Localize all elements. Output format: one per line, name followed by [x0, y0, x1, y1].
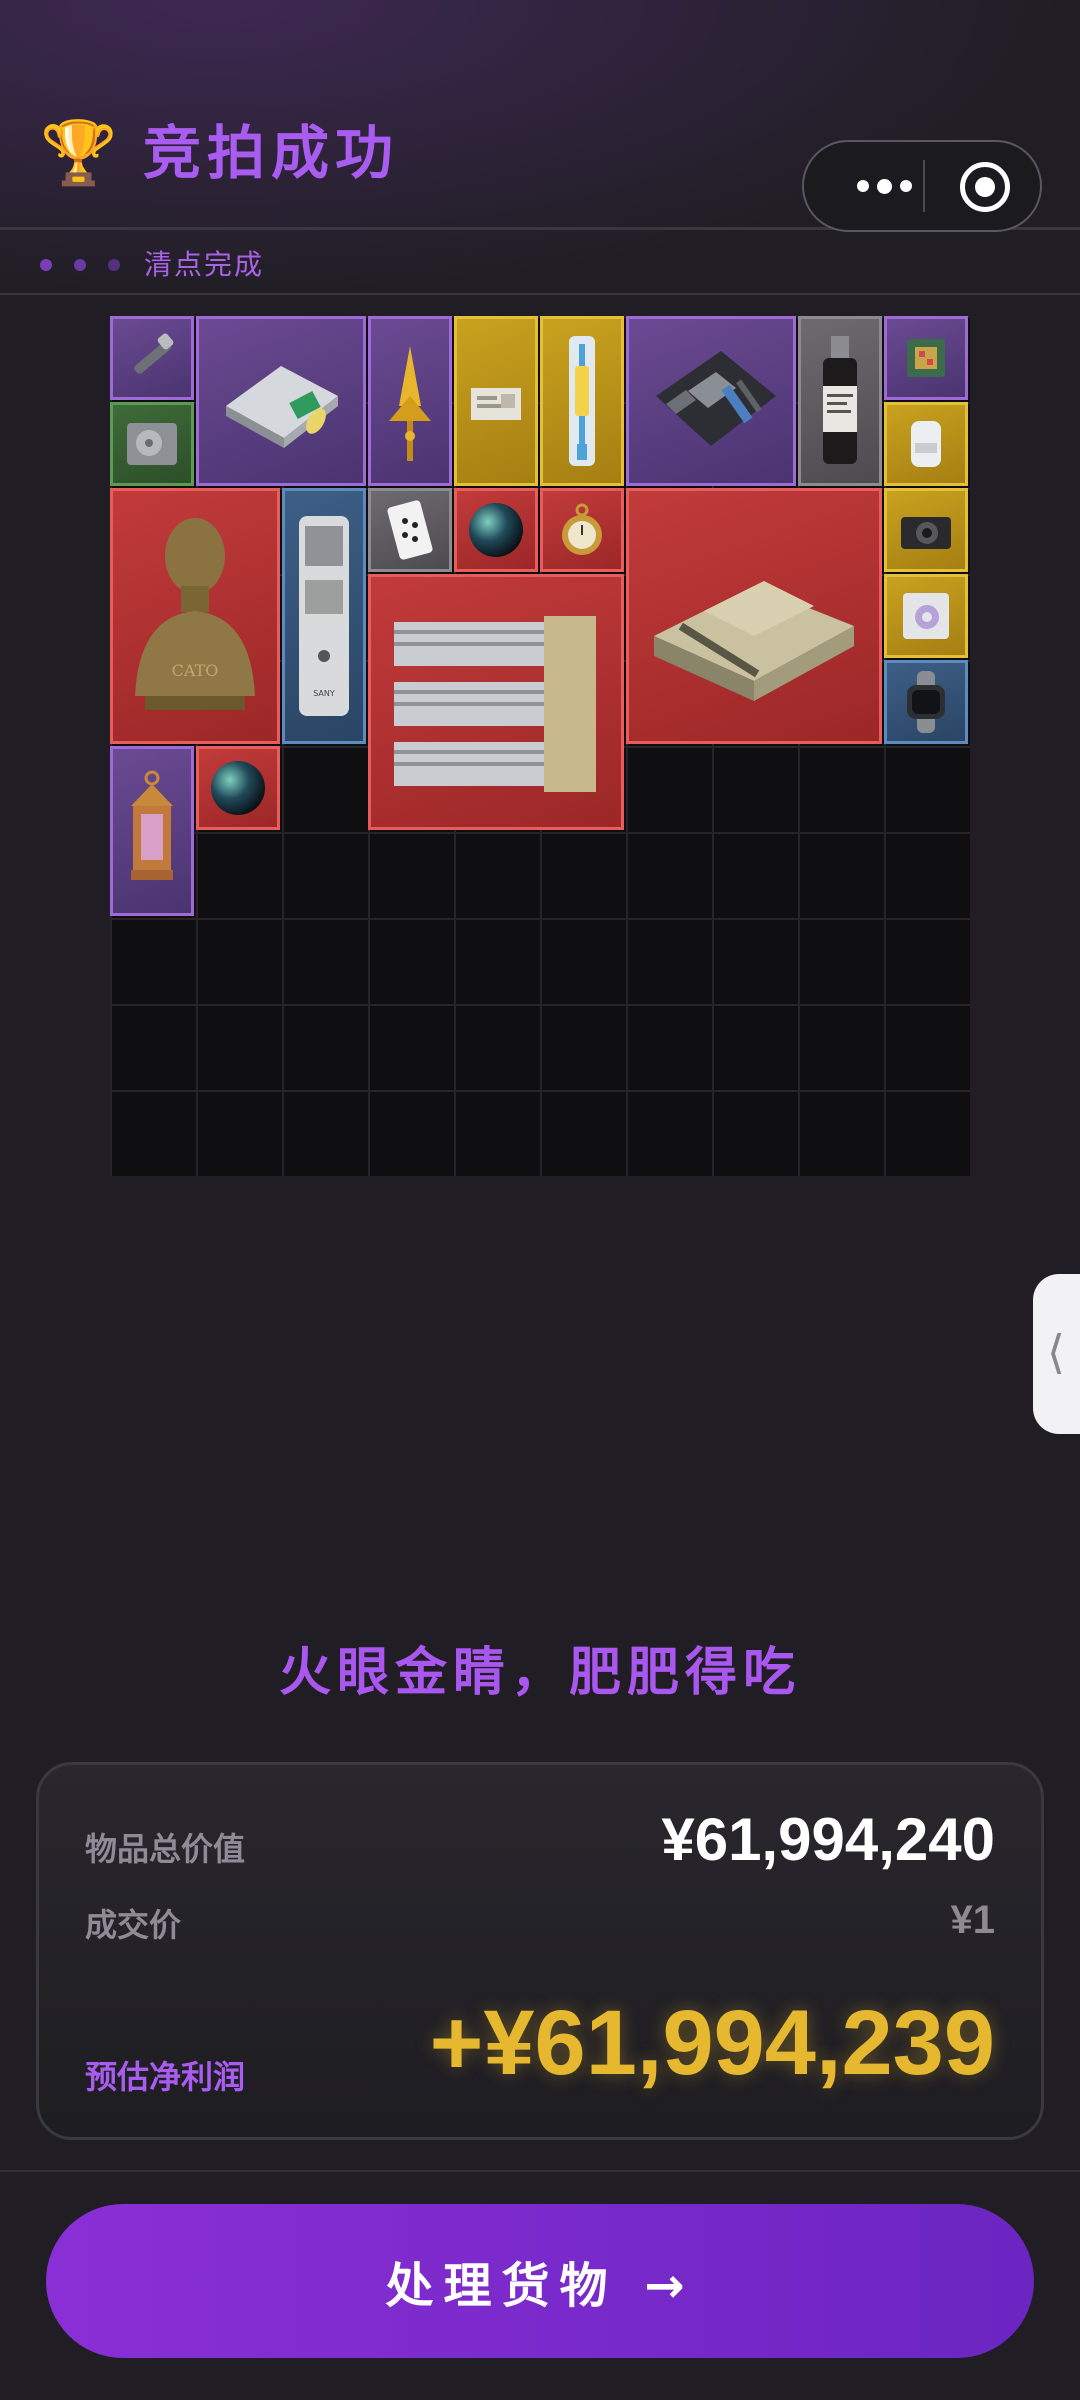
process-goods-button[interactable]: 处理货物 →: [46, 2204, 1034, 2358]
target-circle-icon[interactable]: [960, 162, 1010, 212]
net-profit-value: +¥61,994,239: [429, 1992, 995, 2094]
server-rack-icon: [394, 616, 596, 792]
medicine-bottle-item[interactable]: [798, 316, 882, 486]
footer-divider: [0, 2170, 1080, 2172]
game-console-item[interactable]: [196, 316, 366, 486]
status-bar: 清点完成: [0, 233, 1080, 295]
processor-module-icon: [903, 593, 949, 639]
syringe-kit-item[interactable]: [540, 316, 624, 486]
pocket-watch-icon: [562, 503, 602, 555]
progress-dot: [74, 259, 86, 271]
bronze-bust-item[interactable]: CATO: [110, 488, 280, 744]
hard-drive-icon: [127, 423, 177, 465]
header: 🏆 竞拍成功: [0, 0, 1080, 232]
capsule-divider: [923, 160, 925, 212]
side-drawer-handle[interactable]: ⟨: [1033, 1274, 1080, 1434]
lantern-item[interactable]: [110, 746, 194, 916]
glass-orb-2-item[interactable]: [196, 746, 280, 830]
syringe-kit-icon: [569, 336, 595, 466]
pocket-watch-item[interactable]: [540, 488, 624, 572]
more-dots-icon[interactable]: [834, 142, 934, 230]
chip-item[interactable]: [884, 316, 968, 400]
radio-device-icon: SANY: [299, 516, 349, 716]
game-console-icon: [226, 366, 338, 448]
chip-icon: [907, 339, 945, 377]
document-card-item[interactable]: [454, 316, 538, 486]
camera-icon: [901, 517, 951, 549]
total-value: ¥61,994,240: [661, 1806, 995, 1873]
slogan-text: 火眼金睛，肥肥得吃: [278, 1643, 801, 1703]
flashlight-item[interactable]: [110, 316, 194, 400]
radio-device-item[interactable]: SANY: [282, 488, 366, 744]
camera-item[interactable]: [884, 488, 968, 572]
medicine-bottle-icon: [823, 336, 857, 464]
golden-ornament-item[interactable]: [368, 316, 452, 486]
inventory-grid: CATO SANY: [110, 316, 970, 1176]
progress-dot: [40, 259, 52, 271]
net-profit-label: 预估净利润: [85, 2058, 246, 2096]
radio-brand: SANY: [313, 689, 335, 698]
motherboard-item[interactable]: [626, 316, 796, 486]
processor-module-item[interactable]: [884, 574, 968, 658]
playing-card-item[interactable]: [368, 488, 452, 572]
hard-drive-item[interactable]: [110, 402, 194, 486]
glass-orb-2-icon: [211, 761, 265, 815]
progress-dot: [108, 259, 120, 271]
trophy-icon: 🏆: [40, 116, 118, 189]
battle-tank-icon: [654, 581, 854, 701]
page-title: 竞拍成功: [143, 119, 400, 187]
battle-tank-item[interactable]: [626, 488, 882, 744]
golden-ornament-icon: [389, 346, 431, 461]
smart-watch-item[interactable]: [884, 660, 968, 744]
chevron-left-icon: ⟨: [1047, 1325, 1065, 1379]
playing-card-icon: [387, 500, 433, 560]
mini-program-capsule: [802, 140, 1042, 232]
glass-orb-icon: [469, 503, 523, 557]
device-module-icon: [911, 421, 941, 467]
device-module-item[interactable]: [884, 402, 968, 486]
document-card-icon: [471, 388, 521, 420]
deal-price-label: 成交价: [85, 1906, 182, 1944]
deal-price: ¥1: [950, 1898, 996, 1942]
glass-orb-item[interactable]: [454, 488, 538, 572]
bust-caption: CATO: [172, 661, 219, 680]
bronze-bust-icon: CATO: [135, 518, 255, 710]
summary-card: 物品总价值 ¥61,994,240 成交价 ¥1 预估净利润 +¥61,994,…: [36, 1762, 1044, 2140]
motherboard-icon: [656, 351, 776, 446]
smart-watch-icon: [907, 671, 945, 733]
status-text: 清点完成: [144, 248, 265, 281]
server-rack-item[interactable]: [368, 574, 624, 830]
lantern-icon: [131, 770, 173, 880]
total-value-label: 物品总价值: [85, 1830, 246, 1868]
flashlight-icon: [134, 333, 174, 374]
